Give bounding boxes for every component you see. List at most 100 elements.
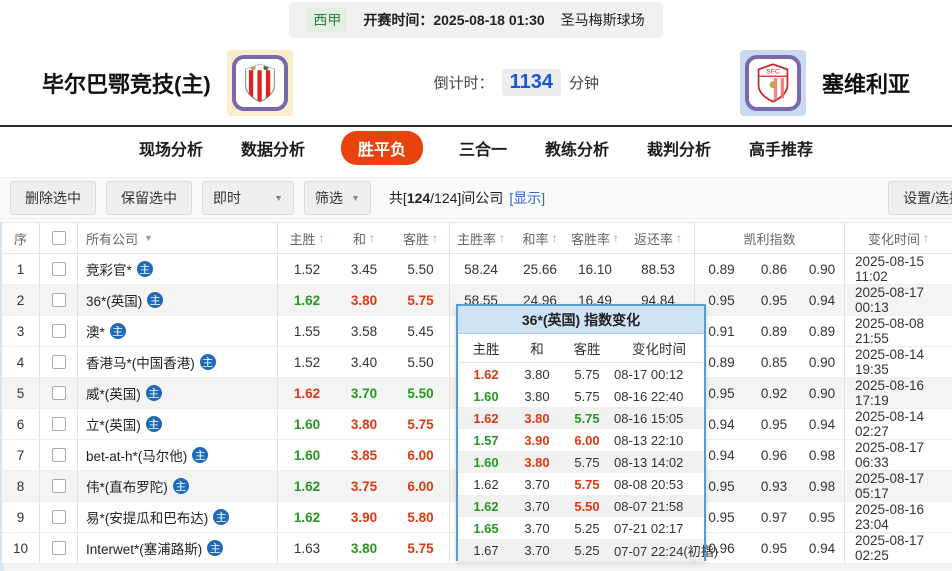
show-link[interactable]: [显示] (509, 188, 545, 208)
main-company-badge-icon: 主 (192, 447, 209, 463)
sort-up-icon: ↑ (676, 231, 682, 245)
popup-change-time: 08-16 15:05 (614, 410, 684, 426)
toolbar: 删除选中 保留选中 即时 ▼ 筛选 ▼ 共[124/124]间公司 [显示] 设… (0, 177, 952, 219)
home-odds: 1.62 (293, 509, 321, 525)
company-name[interactable]: 伟*(直布罗陀) 主 (78, 471, 278, 501)
tab-三合一[interactable]: 三合一 (457, 131, 509, 165)
company-name[interactable]: 竞彩官* 主 (78, 254, 278, 284)
col-away-odds[interactable]: 客胜 ↑ (392, 223, 450, 253)
popup-draw-odds: 3.70 (524, 498, 550, 514)
tab-数据分析[interactable]: 数据分析 (239, 131, 307, 165)
popup-draw-odds: 3.70 (524, 520, 550, 536)
popup-row: 1.67 3.70 5.25 07-07 22:24(初指) (458, 539, 718, 561)
draw-odds: 3.80 (350, 416, 378, 432)
draw-rate: 25.66 (523, 261, 557, 277)
col-change-time[interactable]: 变化时间 ↑ (845, 223, 952, 253)
col-kelly: 凯利指数 (695, 223, 845, 253)
draw-odds: 3.40 (350, 354, 378, 370)
delete-selected-button[interactable]: 删除选中 (10, 181, 96, 215)
tab-高手推荐[interactable]: 高手推荐 (747, 131, 815, 165)
change-time: 2025-08-14 19:35 (855, 347, 925, 377)
home-odds: 1.52 (293, 261, 321, 277)
draw-odds: 3.80 (350, 292, 378, 308)
row-checkbox[interactable] (51, 293, 66, 307)
popup-away-odds: 5.75 (574, 366, 600, 382)
kelly-draw: 0.95 (760, 540, 788, 556)
kelly-draw: 0.95 (760, 292, 788, 308)
select-all-checkbox[interactable] (51, 231, 66, 245)
company-label: 香港马*(中国香港) (86, 356, 195, 371)
main-company-badge-icon: 主 (145, 416, 162, 432)
popup-away-odds: 5.50 (574, 498, 600, 514)
filter-dropdown[interactable]: 筛选 ▼ (304, 181, 371, 215)
row-checkbox[interactable] (51, 355, 66, 369)
table-row[interactable]: 1 竞彩官* 主 1.52 3.45 5.50 58.24 25.66 16.10 88.53 0.… (2, 254, 952, 285)
change-time: 2025-08-15 11:02 (855, 254, 925, 284)
change-time: 2025-08-17 00:13 (855, 285, 925, 315)
company-name[interactable]: bet-at-h*(马尔他) 主 (78, 440, 278, 470)
col-draw-odds[interactable]: 和 ↑ (336, 223, 392, 253)
away-odds: 6.00 (392, 471, 450, 501)
change-time: 2025-08-17 02:25 (855, 533, 925, 563)
company-name[interactable]: 威*(英国) 主 (78, 378, 278, 408)
keep-selected-button[interactable]: 保留选中 (106, 181, 192, 215)
instant-dropdown[interactable]: 即时 ▼ (202, 181, 294, 215)
row-checkbox-cell (40, 285, 78, 315)
popup-draw-odds: 3.80 (524, 454, 550, 470)
away-team-logo: SFC (739, 49, 806, 116)
home-crest-icon (231, 54, 288, 111)
popup-row: 1.62 3.70 5.75 08-08 20:53 (458, 473, 704, 495)
col-payout-rate[interactable]: 返还率 ↑ (622, 223, 695, 253)
company-name[interactable]: 易*(安提瓜和巴布达) 主 (78, 502, 278, 532)
popup-away-odds: 5.25 (574, 520, 600, 536)
row-checkbox[interactable] (51, 479, 66, 493)
col-away-rate[interactable]: 客胜率 ↑ (568, 223, 622, 253)
row-checkbox[interactable] (51, 386, 66, 400)
draw-odds: 3.80 (350, 540, 378, 556)
col-company[interactable]: 所有公司 ▼ (78, 223, 278, 253)
company-name[interactable]: 香港马*(中国香港) 主 (78, 347, 278, 377)
instant-dropdown-label: 即时 (213, 190, 241, 206)
main-company-badge-icon: 主 (213, 509, 230, 525)
home-odds: 1.52 (293, 354, 321, 370)
popup-col-draw: 和 (530, 342, 544, 357)
company-name[interactable]: 36*(英国) 主 (78, 285, 278, 315)
tab-裁判分析[interactable]: 裁判分析 (645, 131, 713, 165)
company-name[interactable]: 立*(英国) 主 (78, 409, 278, 439)
change-time: 2025-08-16 17:19 (855, 378, 925, 408)
row-no: 4 (2, 347, 40, 377)
tab-教练分析[interactable]: 教练分析 (543, 131, 611, 165)
popup-home-odds: 1.57 (473, 432, 499, 448)
kelly-away: 0.94 (800, 285, 845, 315)
kickoff-time: 开赛时间：2025-08-18 01:30 (363, 12, 545, 28)
col-home-odds[interactable]: 主胜 ↑ (278, 223, 336, 253)
tab-胜平负[interactable]: 胜平负 (340, 131, 423, 165)
col-no[interactable]: 序 (2, 223, 40, 253)
row-checkbox-cell (40, 440, 78, 470)
row-checkbox[interactable] (51, 541, 66, 555)
settings-button[interactable]: 设置/选择 (888, 181, 952, 215)
kelly-draw: 0.92 (760, 385, 788, 401)
row-checkbox[interactable] (51, 510, 66, 524)
row-checkbox[interactable] (51, 448, 66, 462)
kelly-draw: 0.86 (760, 261, 788, 277)
row-checkbox[interactable] (51, 417, 66, 431)
company-count: 共[124/124]间公司 (388, 190, 504, 206)
away-team-name: 塞维利亚 (821, 71, 910, 97)
company-name[interactable]: Interwet*(塞浦路斯) 主 (78, 533, 278, 563)
kelly-away: 0.90 (800, 254, 845, 284)
col-draw-rate[interactable]: 和率 ↑ (512, 223, 568, 253)
popup-row: 1.62 3.80 5.75 08-17 00:12 (458, 363, 704, 385)
partial-row (2, 564, 952, 571)
table-header: 序 所有公司 ▼ 主胜 ↑ 和 ↑ 客胜 ↑ 主胜率 ↑ 和率 ↑ 客胜率 ↑ 返还率 ↑ 凯… (2, 222, 952, 254)
row-checkbox[interactable] (51, 324, 66, 338)
company-label: 立*(英国) (86, 418, 141, 433)
tab-现场分析[interactable]: 现场分析 (137, 131, 205, 165)
col-home-rate[interactable]: 主胜率 ↑ (450, 223, 512, 253)
row-checkbox[interactable] (51, 262, 66, 276)
popup-col-time: 变化时间 (632, 342, 686, 357)
row-no: 9 (2, 502, 40, 532)
company-name[interactable]: 澳* 主 (78, 316, 278, 346)
kelly-away: 0.94 (800, 533, 845, 563)
popup-draw-odds: 3.70 (524, 542, 550, 558)
